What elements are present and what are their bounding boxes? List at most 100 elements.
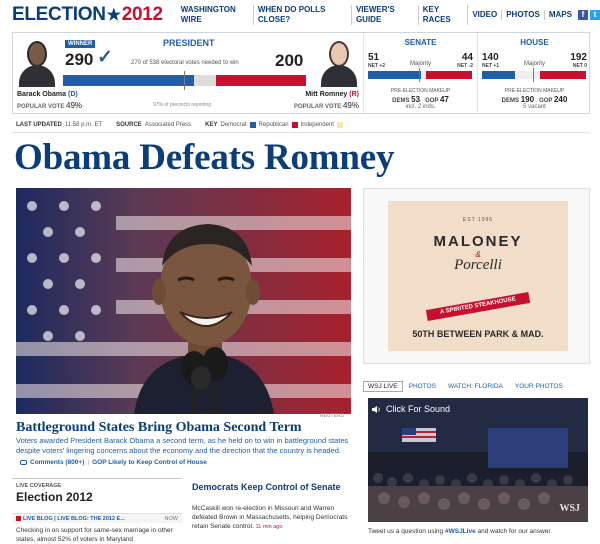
obama-name: Barack Obama (D) [17, 91, 78, 98]
obama-portrait [17, 35, 57, 87]
ad-established: EST 1996 [462, 217, 494, 223]
election-logo[interactable]: ELECTION ★ 2012 [12, 4, 163, 26]
photo-illustration [16, 188, 351, 414]
house-title: HOUSE [520, 38, 549, 47]
nav-washington-wire[interactable]: WASHINGTON WIRE [177, 5, 254, 25]
divider [12, 132, 590, 133]
senate-pre-makeup: DEMS 53 GOP 47 [392, 95, 449, 104]
social-links: f t [577, 10, 600, 20]
photo-credit: REUTERS [320, 413, 344, 419]
star-icon: ★ [106, 7, 121, 24]
tab-wsj-live[interactable]: WSJ LIVE [363, 380, 403, 392]
section-nav: WASHINGTON WIRE WHEN DO POLLS CLOSE? VIE… [177, 5, 600, 25]
obama-ev-fill [63, 75, 194, 86]
obama-electoral-votes: 290 [65, 50, 94, 69]
last-updated-time: 11:58 p.m. ET [64, 122, 103, 128]
house-results[interactable]: HOUSE 140 NET +1 192 NET 0 Majority PRE-… [477, 33, 591, 113]
house-bar [482, 68, 586, 82]
live-blog-icon [16, 516, 21, 522]
wsj-watermark: WSJ [559, 503, 580, 514]
nav-viewers-guide[interactable]: VIEWER'S GUIDE [352, 5, 419, 25]
video-tabs: WSJ LIVE PHOTOS WATCH: FLORIDA YOUR PHOT… [363, 380, 590, 392]
video-player[interactable]: Click For Sound WSJ [368, 398, 588, 522]
nav-photos[interactable]: PHOTOS [502, 10, 545, 20]
senate-note: incl. 2 inds. [405, 104, 436, 110]
story-headline[interactable]: Battleground States Bring Obama Second T… [16, 420, 302, 436]
story-age: 11 min ago [255, 524, 283, 530]
facebook-icon[interactable]: f [577, 10, 588, 20]
senate-results[interactable]: SENATE 51 NET +2 44 NET -2 Majority PRE-… [363, 33, 477, 113]
wsjlive-hashtag[interactable]: #WSJLive [445, 528, 476, 535]
live-coverage-title[interactable]: Election 2012 [16, 490, 93, 504]
twitter-icon[interactable]: t [589, 10, 600, 20]
romney-ev-fill [215, 75, 306, 86]
key-label: KEY [205, 122, 218, 128]
source-label: SOURCE [116, 122, 142, 128]
separator: | [87, 459, 90, 466]
nav-video[interactable]: VIDEO [468, 10, 503, 20]
checkmark-icon: ✓ [97, 47, 113, 68]
comments-link[interactable]: Comments (800+) [30, 459, 84, 466]
romney-electoral-votes: 200 [275, 51, 304, 70]
senate-story-summary: McCaskill won re-election in Missouri an… [192, 505, 348, 530]
live-coverage-module: LIVE COVERAGE Election 2012 LIVE BLOG | … [12, 478, 182, 544]
senate-gop-fill [426, 71, 472, 79]
ad-banner: A SPIRITED STEAKHOUSE [425, 292, 531, 321]
tab-photos[interactable]: PHOTOS [403, 383, 442, 390]
president-title: PRESIDENT [163, 38, 215, 48]
video-caption[interactable]: Click For Sound [386, 404, 450, 414]
democrat-swatch [249, 122, 256, 128]
romney-portrait [319, 35, 359, 87]
tweet-prompt: Tweet us a question using #WSJLive and w… [368, 528, 552, 535]
logo-year-text: 2012 [121, 4, 163, 25]
live-blog-link[interactable]: LIVE BLOG | LIVE BLOG: THE 2012 E... [23, 516, 125, 522]
obama-popular-vote: POPULAR VOTE 49% [17, 101, 83, 110]
house-pre-label: PRE-ELECTION MAKEUP [504, 88, 565, 94]
related-story-link[interactable]: GOP Likely to Keep Control of House [92, 459, 207, 466]
president-results: WINNER 290 ✓ PRESIDENT 270 of 538 electo… [13, 33, 363, 113]
main-headline[interactable]: Obama Defeats Romney [14, 136, 395, 179]
update-info-row: LAST UPDATED 11:58 p.m. ET SOURCE Associat… [16, 122, 360, 128]
house-majority-marker [533, 68, 534, 82]
senate-story-headline[interactable]: Democrats Keep Control of Senate [192, 482, 352, 492]
senate-dem-fill [368, 71, 422, 79]
house-majority-label: Majority [523, 61, 545, 67]
winner-badge: WINNER [65, 40, 96, 48]
steakhouse-ad[interactable]: EST 1996 MALONEY & Porcelli A SPIRITED S… [388, 201, 568, 351]
source-value: Associated Press [144, 122, 192, 128]
key-democrat: Democrat [220, 122, 247, 128]
key-independent: Independent [300, 122, 334, 128]
ev-threshold-marker [184, 71, 185, 90]
key-republican: Republican [258, 122, 289, 128]
live-blog-strip[interactable]: LIVE BLOG | LIVE BLOG: THE 2012 E... NOW [12, 513, 182, 523]
speaker-icon[interactable] [372, 406, 381, 413]
live-blog-text: Checking in on support for same-sex marr… [16, 527, 173, 543]
republican-swatch [291, 122, 298, 128]
comment-icon [20, 460, 27, 465]
tab-your-photos[interactable]: YOUR PHOTOS [509, 383, 569, 390]
senate-title: SENATE [404, 38, 437, 47]
advertisement-frame: EST 1996 MALONEY & Porcelli A SPIRITED S… [363, 188, 590, 364]
nav-when-polls-close[interactable]: WHEN DO POLLS CLOSE? [254, 5, 352, 25]
story-links: Comments (800+) | GOP Likely to Keep Con… [20, 459, 207, 466]
house-pre-makeup: DEMS 190 GOP 240 [501, 95, 568, 104]
logo-election-text: ELECTION [12, 4, 106, 25]
nav-key-races[interactable]: KEY RACES [419, 5, 469, 25]
romney-popular-vote: POPULAR VOTE 49% [293, 101, 359, 110]
independent-swatch [336, 122, 343, 128]
obama-photo[interactable] [16, 188, 351, 414]
last-updated-label: LAST UPDATED [16, 122, 62, 128]
live-coverage-label: LIVE COVERAGE [16, 483, 62, 489]
house-dem-fill [482, 71, 516, 79]
precincts-reporting: 97% of precincts reporting [153, 102, 212, 108]
house-note: 5 vacant [523, 104, 546, 110]
tab-watch-florida[interactable]: WATCH: FLORIDA [442, 383, 509, 390]
house-gop-fill [540, 71, 586, 79]
ad-name-2: Porcelli [454, 257, 502, 273]
results-panel: WINNER 290 ✓ PRESIDENT 270 of 538 electo… [12, 32, 590, 114]
senate-pre-label: PRE-ELECTION MAKEUP [390, 88, 451, 94]
nav-maps[interactable]: MAPS [545, 10, 576, 20]
senate-majority-label: Majority [409, 61, 431, 67]
senate-bar [368, 68, 472, 82]
ad-name-1: MALONEY [433, 233, 523, 250]
